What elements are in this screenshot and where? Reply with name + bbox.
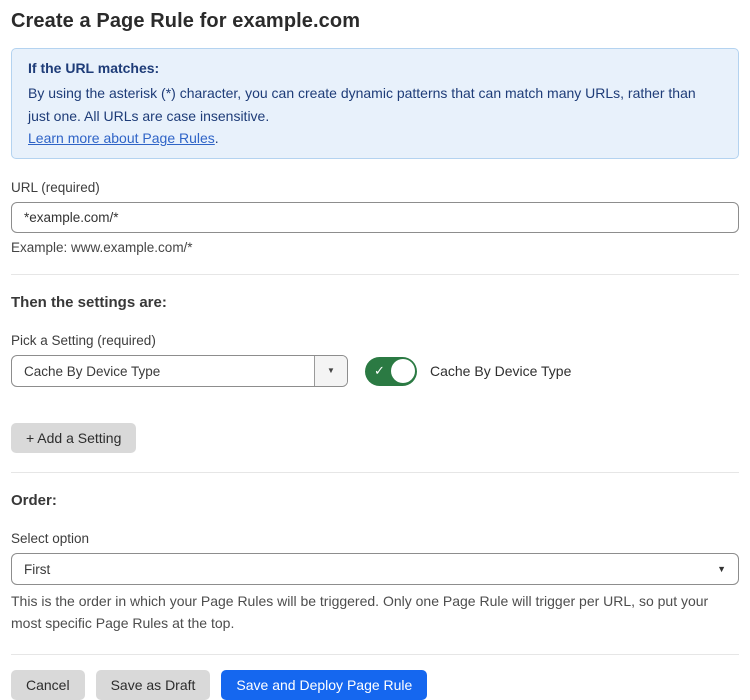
footer-actions: Cancel Save as Draft Save and Deploy Pag… bbox=[11, 670, 739, 700]
divider bbox=[11, 274, 739, 275]
toggle-label: Cache By Device Type bbox=[430, 363, 571, 379]
setting-select-caret-button[interactable]: ▼ bbox=[314, 356, 347, 386]
settings-section-heading: Then the settings are: bbox=[11, 294, 739, 311]
divider bbox=[11, 654, 739, 655]
setting-select-value: Cache By Device Type bbox=[12, 364, 314, 379]
select-option-label: Select option bbox=[11, 531, 739, 546]
order-section-heading: Order: bbox=[11, 492, 739, 509]
setting-toggle[interactable]: ✓ bbox=[365, 357, 417, 386]
page-rule-form: Create a Page Rule for example.com If th… bbox=[0, 0, 750, 700]
toggle-knob bbox=[391, 359, 415, 383]
setting-select[interactable]: Cache By Device Type ▼ bbox=[11, 355, 348, 387]
chevron-down-icon: ▼ bbox=[705, 564, 738, 574]
divider bbox=[11, 472, 739, 473]
url-input[interactable] bbox=[11, 202, 739, 233]
order-helper-text: This is the order in which your Page Rul… bbox=[11, 591, 735, 634]
cancel-button[interactable]: Cancel bbox=[11, 670, 85, 700]
url-helper-text: Example: www.example.com/* bbox=[11, 240, 739, 255]
url-match-info-box: If the URL matches: By using the asteris… bbox=[11, 48, 739, 159]
save-draft-button[interactable]: Save as Draft bbox=[96, 670, 211, 700]
pick-setting-label: Pick a Setting (required) bbox=[11, 333, 739, 348]
order-select-value: First bbox=[12, 562, 705, 577]
add-setting-button[interactable]: + Add a Setting bbox=[11, 423, 136, 453]
url-label: URL (required) bbox=[11, 180, 739, 195]
order-select[interactable]: First ▼ bbox=[11, 553, 739, 585]
learn-more-link[interactable]: Learn more about Page Rules bbox=[28, 130, 215, 146]
info-box-body: By using the asterisk (*) character, you… bbox=[28, 82, 708, 127]
check-icon: ✓ bbox=[374, 363, 385, 379]
info-box-heading: If the URL matches: bbox=[28, 60, 722, 76]
page-title: Create a Page Rule for example.com bbox=[11, 10, 739, 33]
save-deploy-button[interactable]: Save and Deploy Page Rule bbox=[221, 670, 427, 700]
setting-row: Cache By Device Type ▼ ✓ Cache By Device… bbox=[11, 355, 739, 387]
info-box-link-line: Learn more about Page Rules. bbox=[28, 130, 722, 146]
chevron-down-icon: ▼ bbox=[327, 367, 335, 375]
link-suffix: . bbox=[215, 130, 219, 146]
